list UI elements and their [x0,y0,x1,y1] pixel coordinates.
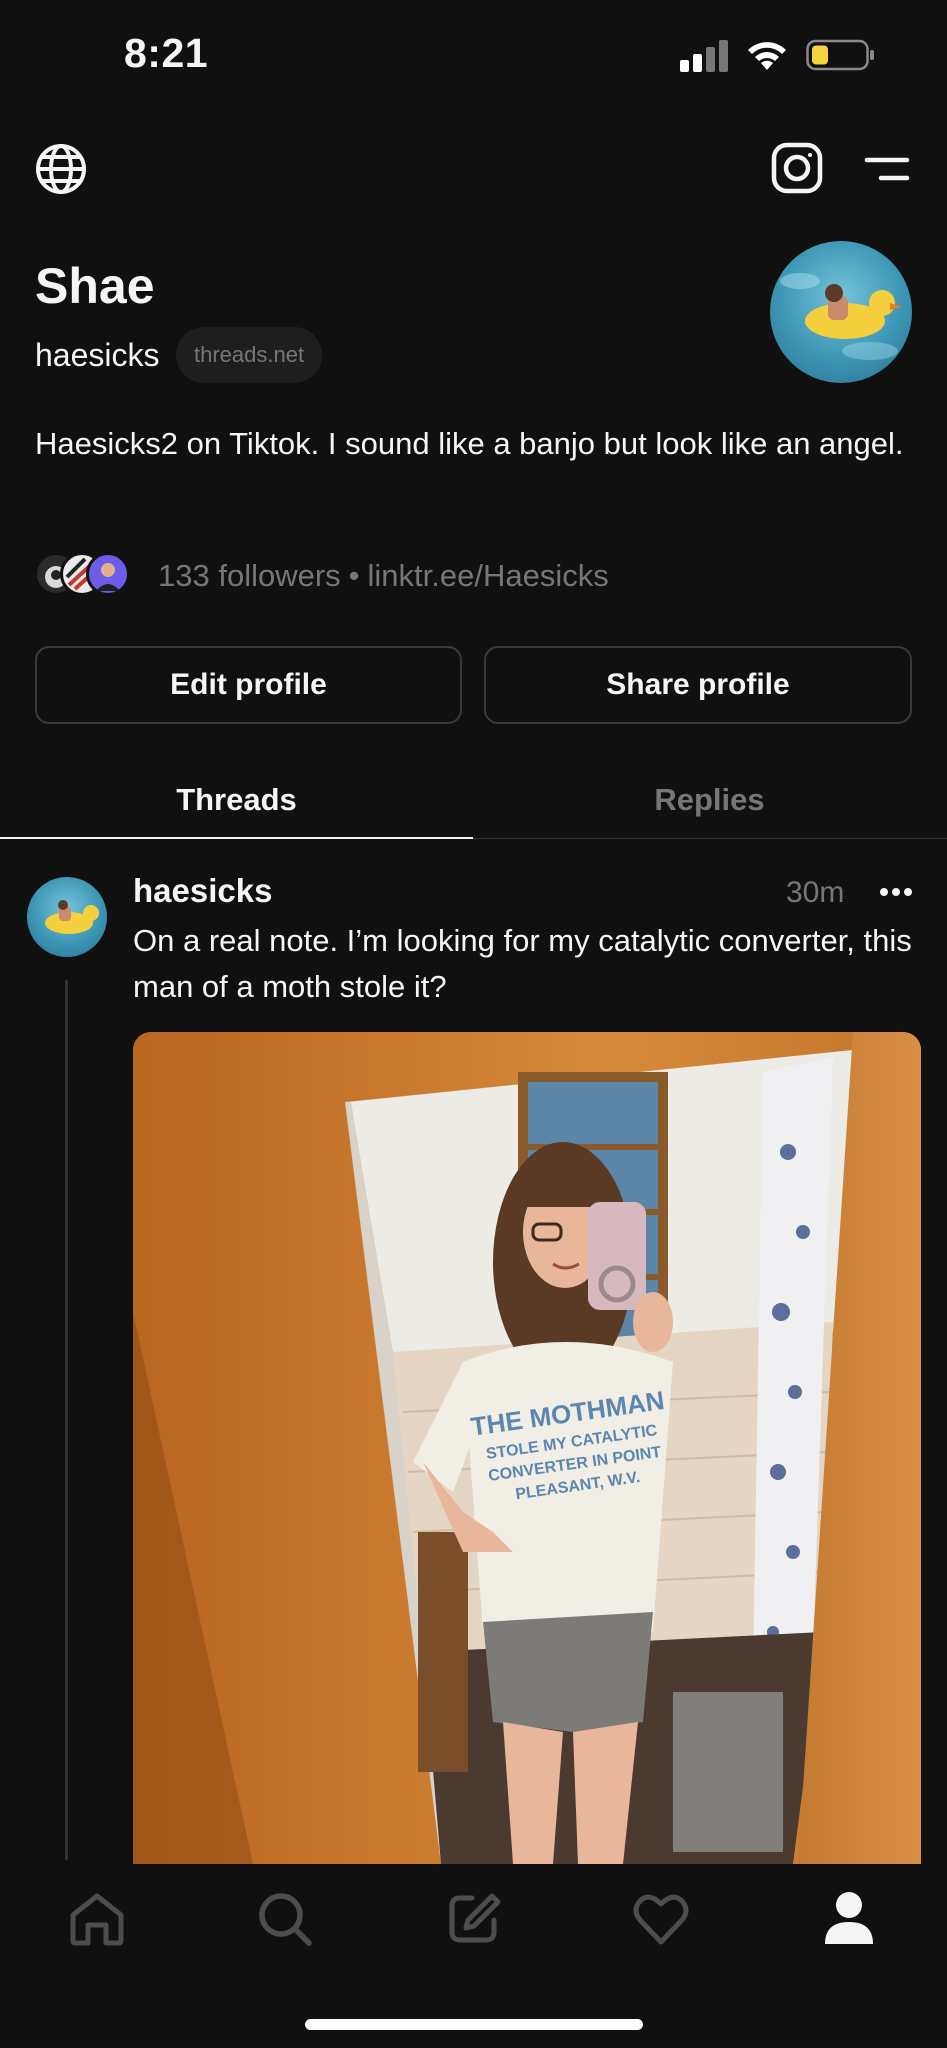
profile-handle: haesicks [35,337,160,373]
active-tab-indicator [0,837,473,839]
compose-icon[interactable] [442,1888,504,1950]
post-author[interactable]: haesicks [133,872,272,910]
follower-avatar [86,552,130,596]
profile-name: Shae [35,258,155,314]
followers-count[interactable]: 133 followers [158,558,341,593]
profile-icon[interactable] [818,1888,880,1950]
tab-threads[interactable]: Threads [0,760,473,840]
heart-icon[interactable] [630,1888,692,1950]
followers-line: 133 followers • linktr.ee/Haesicks [158,558,609,594]
status-time: 8:21 [124,30,209,76]
post-text: On a real note. I’m looking for my catal… [133,923,912,1004]
edit-profile-button[interactable]: Edit profile [35,646,462,724]
handle-domain-badge[interactable]: threads.net [176,327,323,383]
thread-line [65,980,68,1860]
post-author-avatar[interactable] [27,877,107,957]
profile-bio: Haesicks2 on Tiktok. I sound like a banj… [35,426,904,461]
battery-icon [806,38,876,72]
more-options-icon[interactable] [878,880,914,904]
separator-dot: • [348,558,360,593]
home-icon[interactable] [66,1888,128,1950]
post-image[interactable]: THE MOTHMAN STOLE MY CATALYTIC CONVERTER… [133,1032,921,1864]
profile-avatar[interactable] [770,241,912,383]
follower-avatars[interactable] [34,552,144,598]
share-profile-button[interactable]: Share profile [484,646,912,724]
home-indicator[interactable] [305,2019,643,2030]
menu-icon[interactable] [862,152,912,186]
tab-replies[interactable]: Replies [473,760,946,840]
instagram-icon[interactable] [769,140,825,196]
globe-icon[interactable] [32,140,90,198]
post-time: 30m [786,876,845,909]
profile-link[interactable]: linktr.ee/Haesicks [368,558,609,593]
cellular-signal-icon [680,40,732,72]
wifi-icon [745,36,789,72]
search-icon[interactable] [254,1888,316,1950]
